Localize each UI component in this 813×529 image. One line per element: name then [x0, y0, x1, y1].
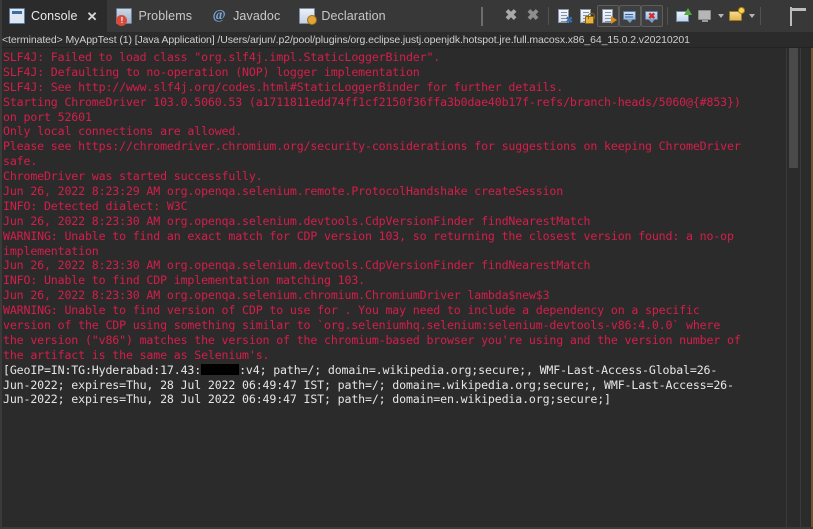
console-line: the version ("v86") matches the version …: [3, 333, 786, 348]
double-close-x-icon: ✖: [525, 8, 541, 24]
open-console-dropdown-arrow-icon[interactable]: [747, 5, 756, 27]
open-console-button[interactable]: [725, 5, 747, 27]
console-line: Jun-2022; expires=Thu, 28 Jul 2022 06:49…: [3, 392, 786, 407]
console-line: Jun 26, 2022 8:23:30 AM org.openqa.selen…: [3, 214, 786, 229]
toolbar-separator-2: [667, 7, 668, 25]
minimize-icon: [768, 8, 784, 24]
console-icon: [9, 8, 25, 24]
console-line: WARNING: Unable to find version of CDP t…: [3, 303, 786, 318]
word-wrap-button[interactable]: [597, 5, 619, 27]
console-line: Jun-2022; expires=Thu, 28 Jul 2022 06:49…: [3, 378, 786, 393]
console-line: version of the CDP using something simil…: [3, 318, 786, 333]
standard-error-bubble-icon: ✖: [644, 8, 660, 24]
tab-list: Console ✕ Problems @ Javadoc Declaration: [0, 0, 396, 32]
console-line: ChromeDriver was started successfully.: [3, 169, 786, 184]
console-output-area[interactable]: SLF4J: Failed to load class "org.slf4j.i…: [0, 47, 813, 529]
remove-all-terminated-button[interactable]: ✖: [522, 5, 544, 27]
show-console-on-error-button[interactable]: ✖: [641, 5, 663, 27]
view-tab-bar: Console ✕ Problems @ Javadoc Declaration: [0, 0, 813, 33]
maximize-icon: [790, 8, 806, 24]
display-console-dropdown-arrow-icon[interactable]: [716, 5, 725, 27]
javadoc-icon: @: [211, 8, 227, 24]
eclipse-console-view: Console ✕ Problems @ Javadoc Declaration: [0, 0, 813, 529]
new-console-folder-icon: [728, 8, 744, 24]
console-line: Jun 26, 2022 8:23:29 AM org.openqa.selen…: [3, 184, 786, 199]
console-line: implementation: [3, 244, 786, 259]
console-line: SLF4J: Defaulting to no-operation (NOP) …: [3, 65, 786, 80]
toolbar-separator: [548, 7, 549, 25]
console-line: Jun 26, 2022 8:23:30 AM org.openqa.selen…: [3, 258, 786, 273]
scroll-lock-icon: [578, 8, 594, 24]
declaration-icon: [299, 8, 315, 24]
window-left-edge: [0, 0, 2, 529]
console-line: SLF4J: Failed to load class "org.slf4j.i…: [3, 50, 786, 65]
clear-document-icon: ✖: [556, 8, 572, 24]
console-line: Only local connections are allowed.: [3, 124, 786, 139]
display-selected-console-button[interactable]: [694, 5, 716, 27]
console-line: safe.: [3, 154, 786, 169]
console-line: Starting ChromeDriver 103.0.5060.53 (a17…: [3, 95, 786, 110]
console-line: [GeoIP=IN:TG:Hyderabad:17.43::v4; path=/…: [3, 363, 786, 378]
console-line: Jun 26, 2022 8:23:30 AM org.openqa.selen…: [3, 288, 786, 303]
close-x-icon: ✖: [503, 8, 519, 24]
terminate-button[interactable]: [478, 5, 500, 27]
pin-console-icon: [675, 8, 691, 24]
console-line: Please see https://chromedriver.chromium…: [3, 139, 786, 154]
console-line: WARNING: Unable to find an exact match f…: [3, 229, 786, 244]
console-toolbar: ✖ ✖ ✖: [478, 0, 813, 32]
tab-declaration-label: Declaration: [321, 9, 385, 23]
scroll-lock-button[interactable]: [575, 5, 597, 27]
tab-console[interactable]: Console ✕: [0, 0, 107, 32]
redaction-box: [201, 364, 239, 375]
minimize-button[interactable]: [765, 5, 787, 27]
tab-javadoc-label: Javadoc: [233, 9, 280, 23]
console-line: the artifact is the same as Selenium's.: [3, 348, 786, 363]
console-text[interactable]: SLF4J: Failed to load class "org.slf4j.i…: [0, 48, 786, 529]
console-line: INFO: Unable to find CDP implementation …: [3, 273, 786, 288]
problems-icon: [116, 8, 132, 24]
remove-launch-button[interactable]: ✖: [500, 5, 522, 27]
toolbar-separator-3: [760, 7, 761, 25]
word-wrap-icon: [600, 8, 616, 24]
console-line: SLF4J: See http://www.slf4j.org/codes.ht…: [3, 80, 786, 95]
clear-console-button[interactable]: ✖: [553, 5, 575, 27]
console-line: on port 52601: [3, 110, 786, 125]
tab-problems-label: Problems: [138, 9, 192, 23]
show-console-on-output-button[interactable]: [619, 5, 641, 27]
launch-configuration-header: <terminated> MyAppTest (1) [Java Applica…: [0, 33, 813, 47]
stop-square-icon: [481, 8, 497, 24]
tab-javadoc[interactable]: @ Javadoc: [202, 0, 290, 32]
standard-out-bubble-icon: [622, 8, 638, 24]
tab-console-label: Console: [31, 9, 78, 23]
console-line: INFO: Detected dialect: W3C: [3, 199, 786, 214]
tab-problems[interactable]: Problems: [107, 0, 202, 32]
close-icon[interactable]: ✕: [87, 10, 98, 23]
monitor-icon: [697, 8, 713, 24]
maximize-button[interactable]: [787, 5, 809, 27]
vertical-scrollbar[interactable]: [786, 48, 800, 529]
pin-console-button[interactable]: [672, 5, 694, 27]
vertical-scrollbar-thumb[interactable]: [789, 48, 798, 168]
tab-declaration[interactable]: Declaration: [290, 0, 395, 32]
